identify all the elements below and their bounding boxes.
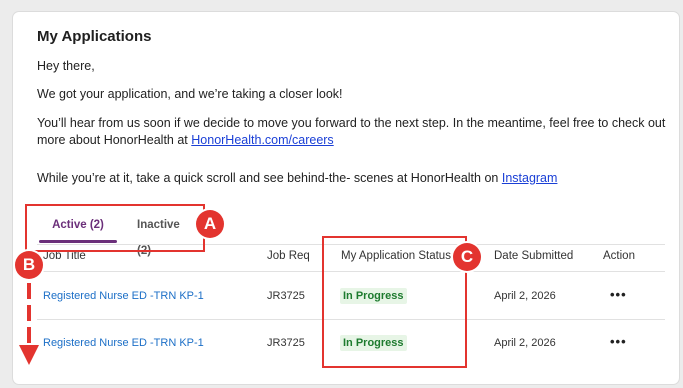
next-steps-text: You’ll hear from us soon if we decide to…	[37, 116, 666, 130]
instagram-text: While you’re at it, take a quick scroll …	[37, 170, 557, 187]
column-date-submitted[interactable]: Date Submitted	[494, 250, 573, 262]
more-actions-icon[interactable]: •••	[610, 287, 627, 302]
instagram-link[interactable]: Instagram	[502, 171, 558, 185]
job-req-value: JR3725	[267, 337, 305, 349]
job-req-value: JR3725	[267, 290, 305, 302]
job-title-link[interactable]: Registered Nurse ED -TRN KP-1	[43, 337, 204, 349]
careers-text: more about HonorHealth at HonorHealth.co…	[37, 132, 334, 149]
column-job-req[interactable]: Job Req	[267, 250, 310, 262]
callout-box-c	[322, 236, 467, 368]
status-intro-text: We got your application, and we’re takin…	[37, 87, 343, 101]
arrow-dash	[27, 327, 31, 343]
job-title-link[interactable]: Registered Nurse ED -TRN KP-1	[43, 290, 204, 302]
date-submitted-value: April 2, 2026	[494, 290, 556, 302]
callout-badge-b: B	[15, 251, 43, 279]
instagram-text-prefix: While you’re at it, take a quick scroll …	[37, 171, 502, 185]
callout-badge-a: A	[196, 210, 224, 238]
column-action: Action	[603, 250, 635, 262]
more-actions-icon[interactable]: •••	[610, 334, 627, 349]
date-submitted-value: April 2, 2026	[494, 337, 556, 349]
arrow-down-icon	[19, 345, 39, 365]
greeting-text: Hey there,	[37, 59, 95, 73]
arrow-dash	[27, 283, 31, 299]
careers-link[interactable]: HonorHealth.com/careers	[191, 133, 333, 147]
callout-box-a	[25, 204, 205, 252]
careers-text-prefix: more about HonorHealth at	[37, 133, 192, 147]
arrow-dash	[27, 305, 31, 321]
page-title: My Applications	[37, 28, 152, 45]
callout-badge-c: C	[453, 243, 481, 271]
